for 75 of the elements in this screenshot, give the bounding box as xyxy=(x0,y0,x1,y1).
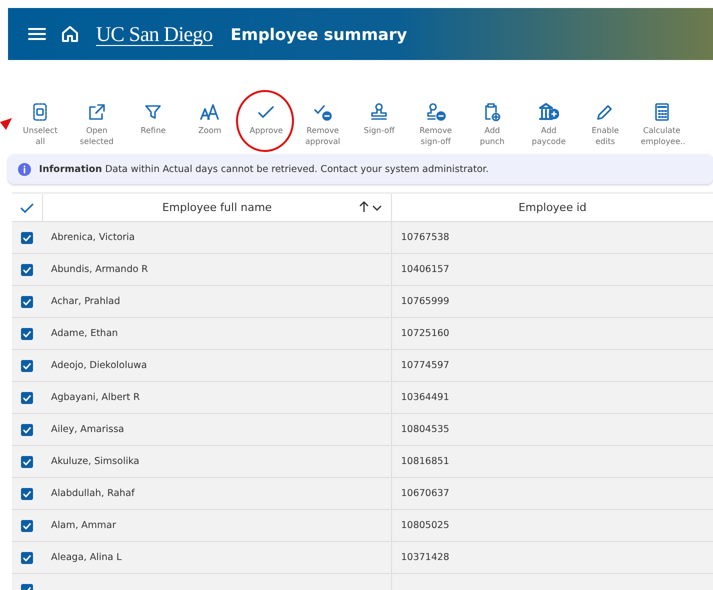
row-checkbox[interactable] xyxy=(21,232,33,244)
info-message: Information Data within Actual days cannot be retrieved. Contact your system administrator. xyxy=(39,164,489,174)
table-cell-text: Abrenica, Victoria xyxy=(50,231,136,245)
row-checkbox[interactable] xyxy=(21,456,33,468)
row-checkbox[interactable] xyxy=(21,296,33,308)
table-row[interactable]: Ailey, Amarissa 10804535 xyxy=(12,414,713,446)
row-checkbox[interactable] xyxy=(21,360,33,372)
row-checkbox[interactable] xyxy=(21,552,33,564)
table-row[interactable]: Adame, Ethan 10725160 xyxy=(12,318,713,350)
row-checkbox[interactable] xyxy=(21,424,33,436)
toolbar-button[interactable]: Remove sign-off xyxy=(408,102,464,154)
table-cell-text: Adeojo, Diekololuwa xyxy=(50,359,148,373)
table-cell-text: Aleaga, Alina L xyxy=(50,551,123,565)
table-cell-text: Alabdullah, Rahaf xyxy=(50,487,136,501)
table-row[interactable]: Abrenica, Victoria 10767538 xyxy=(12,222,713,254)
table-row[interactable]: Agbayani, Albert R 10364491 xyxy=(12,382,713,414)
stamp-minus-icon xyxy=(426,102,446,122)
table-row[interactable]: Adeojo, Diekololuwa 10774597 xyxy=(12,350,713,382)
toolbar-button[interactable]: Calculate employee.. xyxy=(634,102,690,154)
sort-icon[interactable] xyxy=(359,201,383,213)
row-checkbox[interactable] xyxy=(21,264,33,276)
table-cell: 10816851 xyxy=(391,446,713,477)
table-cell-text: Achar, Prahlad xyxy=(50,295,122,309)
table-cell: 10765999 xyxy=(391,286,713,317)
row-checkbox[interactable] xyxy=(21,488,33,500)
toolbar-button[interactable]: Enable edits xyxy=(577,102,634,154)
table-cell: 10670637 xyxy=(391,478,713,509)
toolbar-button[interactable]: Sign-off xyxy=(351,102,408,154)
toolbar-button[interactable]: Add punch xyxy=(464,102,520,154)
row-checkbox[interactable] xyxy=(21,328,33,340)
stamp-icon xyxy=(369,102,390,122)
table-cell: 10774597 xyxy=(391,350,713,381)
table-row[interactable]: Aleaga, Alina L 10371428 xyxy=(12,542,713,574)
toolbar-button[interactable]: Zoom xyxy=(182,102,238,154)
table-cell: 10725160 xyxy=(391,318,713,349)
table-cell: 10804535 xyxy=(391,414,713,445)
select-all-checkmark[interactable] xyxy=(20,202,34,214)
row-checkbox[interactable] xyxy=(21,520,33,532)
pointer-arrow xyxy=(0,118,12,130)
toolbar-button[interactable]: Approve xyxy=(238,102,294,154)
table-row[interactable]: Abundis, Armando R 10406157 xyxy=(12,254,713,286)
table-cell-text: Alam, Ammar xyxy=(50,519,117,533)
row-checkbox[interactable] xyxy=(21,392,33,404)
check-minus-icon xyxy=(312,102,333,122)
toolbar-button[interactable]: Unselect all xyxy=(12,102,68,154)
text-size-icon xyxy=(200,102,220,122)
toolbar-button[interactable]: Remove approval xyxy=(294,102,351,154)
toolbar-button[interactable]: Refine xyxy=(125,102,182,154)
filter-icon xyxy=(143,102,164,122)
table-row[interactable]: Alabdullah, Rahaf 10670637 xyxy=(12,478,713,510)
building-plus-icon xyxy=(538,102,559,122)
info-icon xyxy=(18,162,31,176)
table-cell-text: Akuluze, Simsolika xyxy=(50,455,140,469)
table-cell: 10406157 xyxy=(391,254,713,285)
table-row[interactable]: Akuluze, Simsolika 10816851 xyxy=(12,446,713,478)
table-cell-text: Abundis, Armando R xyxy=(50,263,150,277)
table-cell-text: Adame, Ethan xyxy=(50,327,119,341)
table-cell-text: Agbayani, Albert R xyxy=(50,391,141,405)
page-title: Employee summary xyxy=(230,24,408,44)
table-cell-text: Ailey, Amarissa xyxy=(50,423,126,437)
column-header[interactable]: Employee id xyxy=(391,194,713,221)
clipboard-plus-icon xyxy=(482,102,502,122)
menu-icon[interactable] xyxy=(28,27,46,41)
table-cell: 10767538 xyxy=(391,222,713,253)
toolbar-button[interactable]: Add paycode xyxy=(520,102,577,154)
home-icon[interactable] xyxy=(60,24,80,44)
table-cell: 10371428 xyxy=(391,542,713,573)
table-row[interactable]: Alam, Ammar 10805025 xyxy=(12,510,713,542)
table-cell: 10364491 xyxy=(391,382,713,413)
column-header[interactable]: Employee full name xyxy=(42,194,391,221)
external-link-icon xyxy=(86,102,107,122)
toolbar-button[interactable]: Open selected xyxy=(68,102,125,154)
table-cell: 10805025 xyxy=(391,510,713,541)
logo-wordmark: UC San Diego xyxy=(96,22,212,46)
table-row[interactable]: Achar, Prahlad 10765999 xyxy=(12,286,713,318)
